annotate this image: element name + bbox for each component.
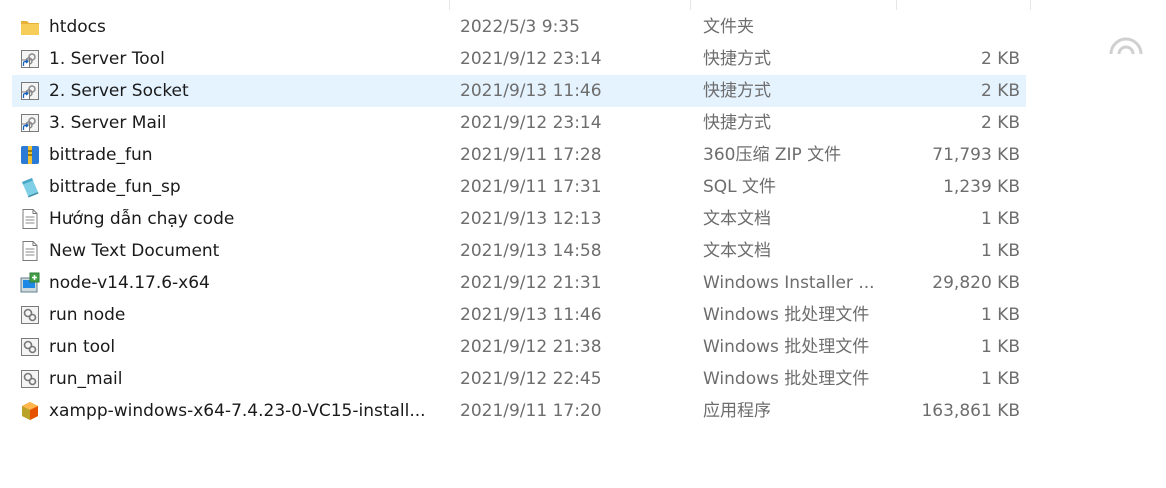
file-row[interactable]: node-v14.17.6-x64 2021/9/12 21:31 Windows … xyxy=(12,267,1026,299)
text-document-icon xyxy=(19,208,41,230)
file-size: 2 KB xyxy=(980,113,1020,133)
file-explorer: htdocs 2022/5/3 9:35 文件夹 1. Server Tool 2021… xyxy=(0,0,1166,488)
shortcut-icon xyxy=(19,80,41,102)
file-name: run_mail xyxy=(49,369,123,389)
sql-file-icon xyxy=(19,176,41,198)
file-name: 1. Server Tool xyxy=(49,49,165,69)
column-divider[interactable] xyxy=(690,0,691,10)
column-divider[interactable] xyxy=(896,0,897,10)
column-divider[interactable] xyxy=(1030,0,1031,10)
batch-file-icon xyxy=(19,368,41,390)
file-date-modified: 2021/9/12 22:45 xyxy=(460,369,602,389)
file-size: 1,239 KB xyxy=(943,177,1020,197)
file-size: 1 KB xyxy=(980,369,1020,389)
file-size: 1 KB xyxy=(980,241,1020,261)
file-name: 2. Server Socket xyxy=(49,81,189,101)
file-row[interactable]: htdocs 2022/5/3 9:35 文件夹 xyxy=(12,11,1026,43)
file-row[interactable]: 1. Server Tool 2021/9/12 23:14 快捷方式 2 KB xyxy=(12,43,1026,75)
file-name: New Text Document xyxy=(49,241,220,261)
file-date-modified: 2021/9/12 21:31 xyxy=(460,273,602,293)
file-size: 71,793 KB xyxy=(932,145,1020,165)
file-row[interactable]: run_mail 2021/9/12 22:45 Windows 批处理文件 1 KB xyxy=(12,363,1026,395)
text-document-icon xyxy=(19,240,41,262)
file-type: 文本文档 xyxy=(703,241,771,261)
column-divider[interactable] xyxy=(449,0,450,10)
shortcut-icon xyxy=(19,48,41,70)
file-name: node-v14.17.6-x64 xyxy=(49,273,210,293)
file-size: 2 KB xyxy=(980,81,1020,101)
file-type: 应用程序 xyxy=(703,401,771,421)
file-date-modified: 2021/9/11 17:20 xyxy=(460,401,602,421)
file-date-modified: 2021/9/13 12:13 xyxy=(460,209,602,229)
file-size: 163,861 KB xyxy=(921,401,1020,421)
file-date-modified: 2021/9/13 14:58 xyxy=(460,241,602,261)
batch-file-icon xyxy=(19,336,41,358)
file-type: Windows 批处理文件 xyxy=(703,369,870,389)
file-size: 1 KB xyxy=(980,305,1020,325)
file-type: Windows Installer ... xyxy=(703,273,875,293)
file-name: 3. Server Mail xyxy=(49,113,167,133)
file-date-modified: 2021/9/13 11:46 xyxy=(460,305,602,325)
file-size: 1 KB xyxy=(980,209,1020,229)
folder-icon xyxy=(19,16,41,38)
file-row[interactable]: run node 2021/9/13 11:46 Windows 批处理文件 1 KB xyxy=(12,299,1026,331)
file-date-modified: 2021/9/12 23:14 xyxy=(460,49,602,69)
file-name: run node xyxy=(49,305,126,325)
file-name: xampp-windows-x64-7.4.23-0-VC15-install.… xyxy=(49,401,426,421)
file-row[interactable]: 3. Server Mail 2021/9/12 23:14 快捷方式 2 KB xyxy=(12,107,1026,139)
zip-archive-icon xyxy=(19,144,41,166)
file-date-modified: 2021/9/12 23:14 xyxy=(460,113,602,133)
file-size: 1 KB xyxy=(980,337,1020,357)
file-type: Windows 批处理文件 xyxy=(703,337,870,357)
file-date-modified: 2021/9/11 17:28 xyxy=(460,145,602,165)
file-row[interactable]: New Text Document 2021/9/13 14:58 文本文档 1 KB xyxy=(12,235,1026,267)
application-icon xyxy=(19,400,41,422)
file-row[interactable]: bittrade_fun_sp 2021/9/11 17:31 SQL 文件 1,23… xyxy=(12,171,1026,203)
file-row[interactable]: run tool 2021/9/12 21:38 Windows 批处理文件 1 KB xyxy=(12,331,1026,363)
file-row[interactable]: xampp-windows-x64-7.4.23-0-VC15-install.… xyxy=(12,395,1026,427)
file-date-modified: 2021/9/12 21:38 xyxy=(460,337,602,357)
file-size xyxy=(892,11,1020,43)
file-type: 文件夹 xyxy=(703,17,754,37)
busy-indicator-icon xyxy=(1106,30,1146,56)
file-name: bittrade_fun xyxy=(49,145,153,165)
file-row[interactable]: bittrade_fun 2021/9/11 17:28 360压缩 ZIP 文件 7… xyxy=(12,139,1026,171)
file-type: 文本文档 xyxy=(703,209,771,229)
file-type: SQL 文件 xyxy=(703,177,777,197)
installer-icon xyxy=(19,272,41,294)
file-name: run tool xyxy=(49,337,116,357)
file-size: 2 KB xyxy=(980,49,1020,69)
file-date-modified: 2021/9/13 11:46 xyxy=(460,81,602,101)
file-name: bittrade_fun_sp xyxy=(49,177,181,197)
file-date-modified: 2022/5/3 9:35 xyxy=(460,17,580,37)
file-type: 快捷方式 xyxy=(703,113,771,133)
file-row[interactable]: Hướng dẫn chạy code 2021/9/13 12:13 文本文档 1 … xyxy=(12,203,1026,235)
file-row[interactable]: 2. Server Socket 2021/9/13 11:46 快捷方式 2 KB xyxy=(12,75,1026,107)
file-name: htdocs xyxy=(49,17,106,37)
file-size: 29,820 KB xyxy=(932,273,1020,293)
file-type: 快捷方式 xyxy=(703,49,771,69)
file-type: 快捷方式 xyxy=(703,81,771,101)
file-type: Windows 批处理文件 xyxy=(703,305,870,325)
file-date-modified: 2021/9/11 17:31 xyxy=(460,177,602,197)
shortcut-icon xyxy=(19,112,41,134)
batch-file-icon xyxy=(19,304,41,326)
file-name: Hướng dẫn chạy code xyxy=(49,209,235,229)
file-type: 360压缩 ZIP 文件 xyxy=(703,145,842,165)
